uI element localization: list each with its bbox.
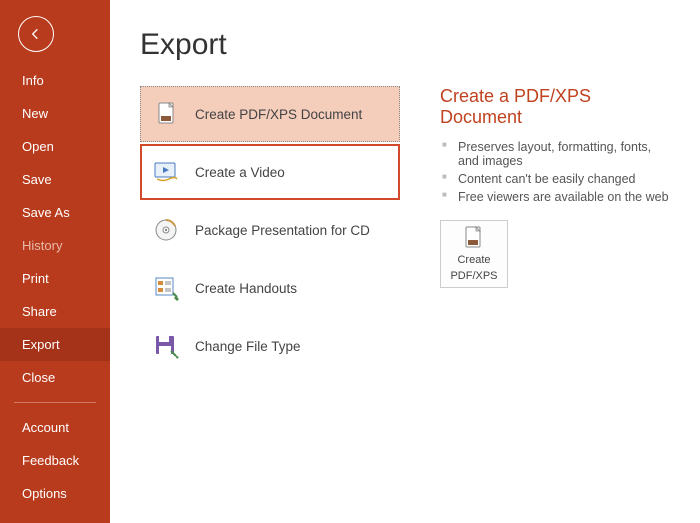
sidebar-label: Options xyxy=(22,486,67,501)
export-content: Create PDF/XPS Document Create a Video xyxy=(140,86,670,376)
detail-bullets: Preserves layout, formatting, fonts, and… xyxy=(440,138,670,206)
sidebar-label: Account xyxy=(22,420,69,435)
option-label: Create Handouts xyxy=(195,281,297,296)
sidebar-item-feedback[interactable]: Feedback xyxy=(0,444,110,477)
back-button[interactable] xyxy=(18,16,54,52)
video-icon xyxy=(153,159,181,185)
option-label: Package Presentation for CD xyxy=(195,223,370,238)
sidebar-item-export[interactable]: Export xyxy=(0,328,110,361)
sidebar-item-save[interactable]: Save xyxy=(0,163,110,196)
save-as-icon xyxy=(153,333,181,359)
sidebar-label: New xyxy=(22,106,48,121)
detail-title: Create a PDF/XPS Document xyxy=(440,86,670,128)
option-change-file-type[interactable]: Change File Type xyxy=(140,318,400,374)
sidebar-label: Print xyxy=(22,271,49,286)
pdf-document-icon xyxy=(460,225,488,251)
cd-icon xyxy=(153,217,181,243)
sidebar-label: Save As xyxy=(22,205,70,220)
sidebar-divider xyxy=(14,402,96,403)
sidebar-item-info[interactable]: Info xyxy=(0,64,110,97)
handouts-icon xyxy=(153,275,181,301)
backstage-sidebar: Info New Open Save Save As History Print… xyxy=(0,0,110,523)
export-options-list: Create PDF/XPS Document Create a Video xyxy=(140,86,400,376)
sidebar-label: Info xyxy=(22,73,44,88)
sidebar-label: Share xyxy=(22,304,57,319)
detail-bullet: Preserves layout, formatting, fonts, and… xyxy=(440,138,670,170)
sidebar-item-save-as[interactable]: Save As xyxy=(0,196,110,229)
sidebar-item-share[interactable]: Share xyxy=(0,295,110,328)
arrow-left-icon xyxy=(28,26,44,42)
export-detail-panel: Create a PDF/XPS Document Preserves layo… xyxy=(440,86,670,376)
sidebar-label: Open xyxy=(22,139,54,154)
option-create-pdf-xps[interactable]: Create PDF/XPS Document xyxy=(140,86,400,142)
sidebar-label: Close xyxy=(22,370,55,385)
option-label: Create PDF/XPS Document xyxy=(195,107,362,122)
sidebar-item-close[interactable]: Close xyxy=(0,361,110,394)
sidebar-item-new[interactable]: New xyxy=(0,97,110,130)
sidebar-item-account[interactable]: Account xyxy=(0,411,110,444)
option-create-video[interactable]: Create a Video xyxy=(140,144,400,200)
button-label-line2: PDF/XPS xyxy=(450,270,497,283)
sidebar-label: Feedback xyxy=(22,453,79,468)
option-package-cd[interactable]: Package Presentation for CD xyxy=(140,202,400,258)
create-pdf-xps-button[interactable]: Create PDF/XPS xyxy=(440,220,508,288)
button-label-line1: Create xyxy=(457,254,490,267)
detail-bullet: Free viewers are available on the web xyxy=(440,188,670,206)
main-panel: Export Create PDF/XPS Document xyxy=(110,0,700,523)
sidebar-label: History xyxy=(22,238,62,253)
sidebar-item-options[interactable]: Options xyxy=(0,477,110,510)
option-create-handouts[interactable]: Create Handouts xyxy=(140,260,400,316)
option-label: Change File Type xyxy=(195,339,301,354)
sidebar-label: Save xyxy=(22,172,52,187)
pdf-document-icon xyxy=(153,101,181,127)
option-label: Create a Video xyxy=(195,165,285,180)
sidebar-item-open[interactable]: Open xyxy=(0,130,110,163)
sidebar-label: Export xyxy=(22,337,60,352)
page-title: Export xyxy=(140,28,670,62)
detail-bullet: Content can't be easily changed xyxy=(440,170,670,188)
sidebar-item-history: History xyxy=(0,229,110,262)
sidebar-item-print[interactable]: Print xyxy=(0,262,110,295)
